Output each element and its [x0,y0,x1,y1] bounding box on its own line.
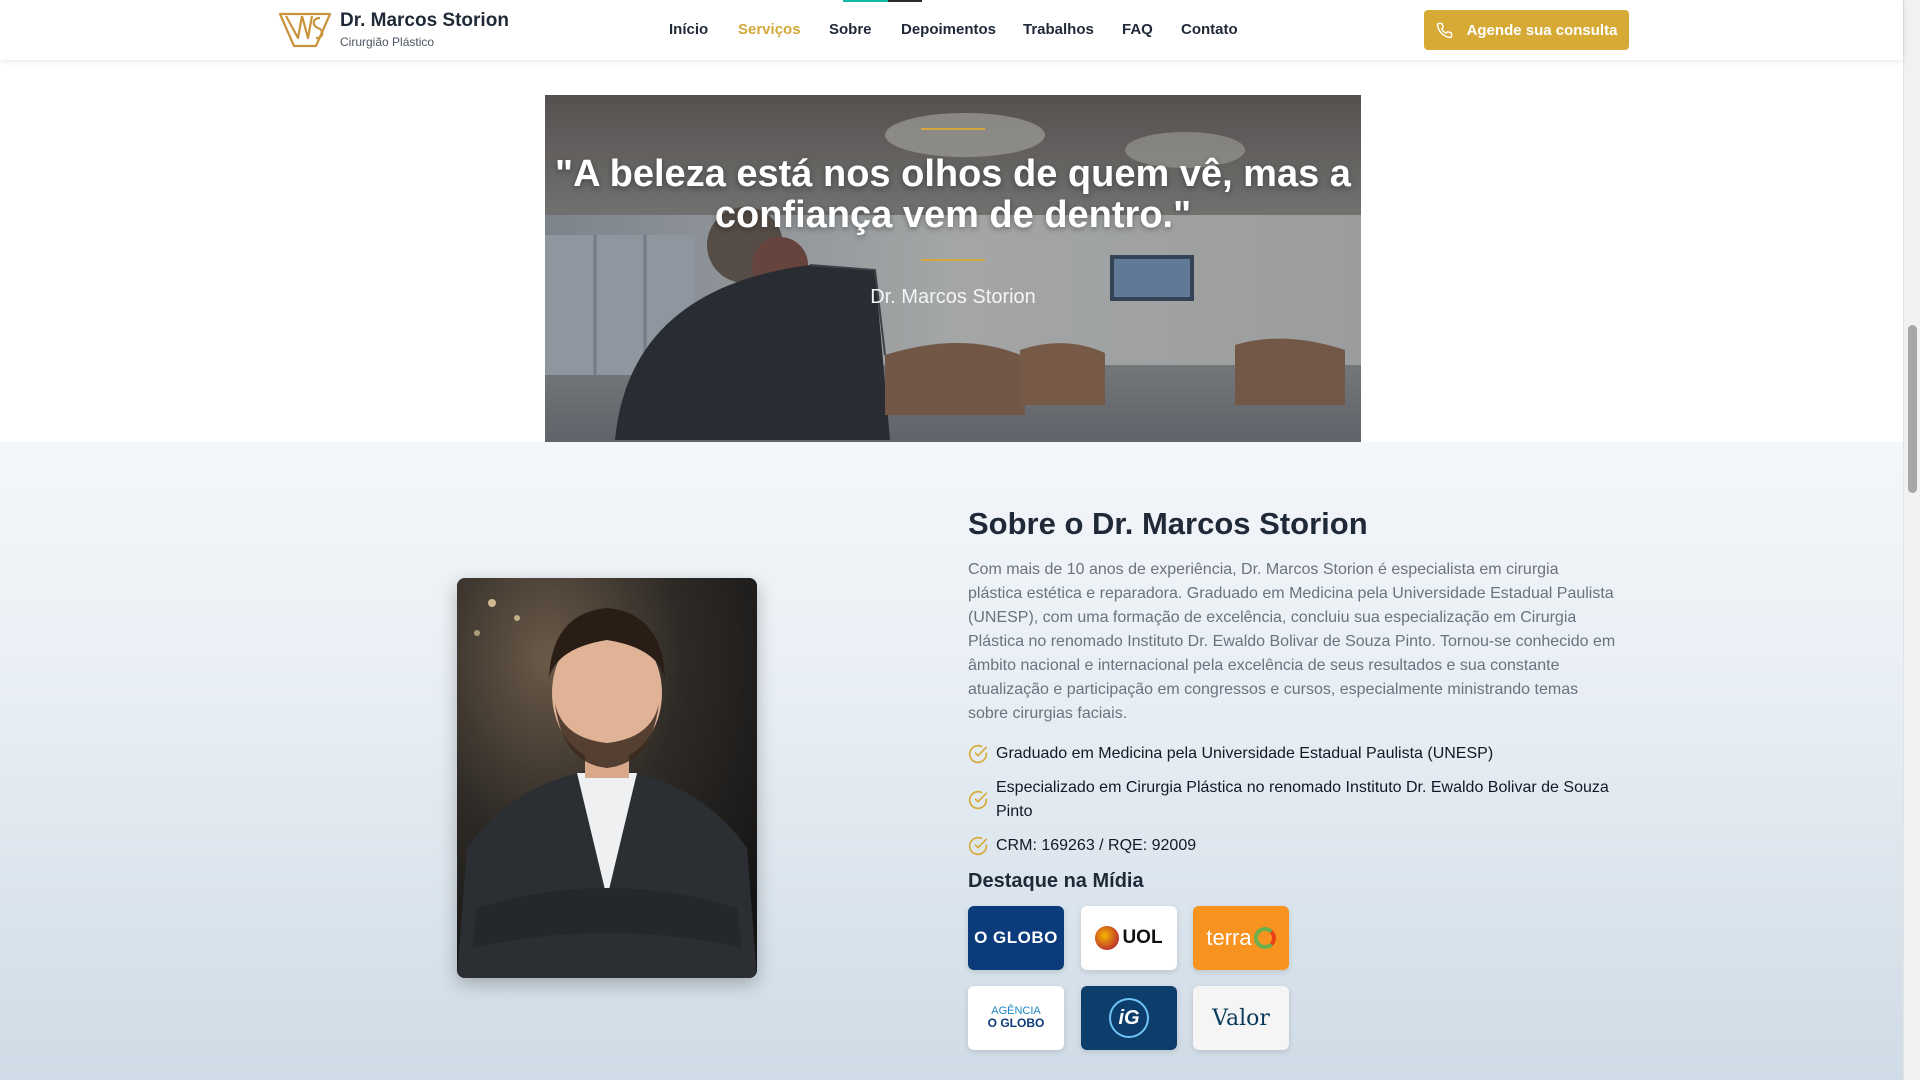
check-circle-icon [968,790,988,810]
credential-item: Especializado em Cirurgia Plástica no re… [968,776,1628,824]
nav-item-inicio[interactable]: Início [669,21,708,38]
nav-item-sobre[interactable]: Sobre [829,21,872,38]
credential-text: Especializado em Cirurgia Plástica no re… [996,779,1609,820]
page-scrollbar[interactable] [1903,0,1920,1080]
banner-overlay [545,95,1361,442]
credential-item: Graduado em Medicina pela Universidade E… [968,742,1628,766]
nav-item-depoimentos[interactable]: Depoimentos [901,21,996,38]
ig-logo-text: iG [1109,998,1149,1038]
valor-logo-text: Valor [1212,1005,1270,1031]
about-description: Com mais de 10 anos de experiência, Dr. … [968,561,1616,722]
ig-logo[interactable]: iG [1081,986,1177,1050]
about-section: Sobre o Dr. Marcos Storion Com mais de 1… [0,442,1903,1080]
credential-text: Graduado em Medicina pela Universidade E… [996,745,1494,762]
uol-globe-icon [1095,926,1120,950]
terra-d-icon [1253,927,1276,949]
valor-logo[interactable]: Valor [1193,986,1289,1050]
scrollbar-thumb[interactable] [1908,325,1917,493]
quote-text: "A beleza está nos olhos de quem vê, mas… [555,153,1351,236]
schedule-consultation-button[interactable]: Agende sua consulta [1424,10,1629,50]
credentials-list: Graduado em Medicina pela Universidade E… [968,742,1628,868]
nav-item-faq[interactable]: FAQ [1122,21,1153,38]
nav-item-trabalhos[interactable]: Trabalhos [1023,21,1094,38]
agencia-oglobo-logo[interactable]: AGÊNCIA O GLOBO [968,986,1064,1050]
nav-item-contato[interactable]: Contato [1181,21,1238,38]
credential-text: CRM: 169263 / RQE: 92009 [996,837,1197,854]
phone-icon [1436,22,1452,38]
doctor-portrait [457,578,757,978]
oglobo-logo-text: O GLOBO [974,928,1058,947]
uol-logo-text: UOL [1122,927,1163,948]
oglobo-logo[interactable]: O GLOBO [968,906,1064,970]
credential-item: CRM: 169263 / RQE: 92009 [968,834,1628,858]
site-header: Dr. Marcos Storion Cirurgião Plástico In… [0,0,1903,60]
quote-divider-bottom [921,259,985,261]
check-circle-icon [968,744,988,764]
quote-author: Dr. Marcos Storion [870,286,1036,308]
terra-logo[interactable]: terra [1193,906,1289,970]
doctor-photo [457,578,757,978]
media-title: Destaque na Mídia [968,870,1144,892]
terra-logo-text: terra [1206,925,1252,950]
agencia-logo-line2: O GLOBO [987,1016,1045,1030]
schedule-consultation-label: Agende sua consulta [1466,21,1618,39]
check-circle-icon [968,836,988,856]
quote-banner: "A beleza está nos olhos de quem vê, mas… [545,95,1361,442]
uol-logo[interactable]: UOL [1081,906,1177,970]
quote-divider-top [921,128,985,130]
nav-scroll-indicator-accent [843,0,888,2]
about-title: Sobre o Dr. Marcos Storion [968,506,1368,541]
nav-item-servicos[interactable]: Serviços [738,21,801,38]
